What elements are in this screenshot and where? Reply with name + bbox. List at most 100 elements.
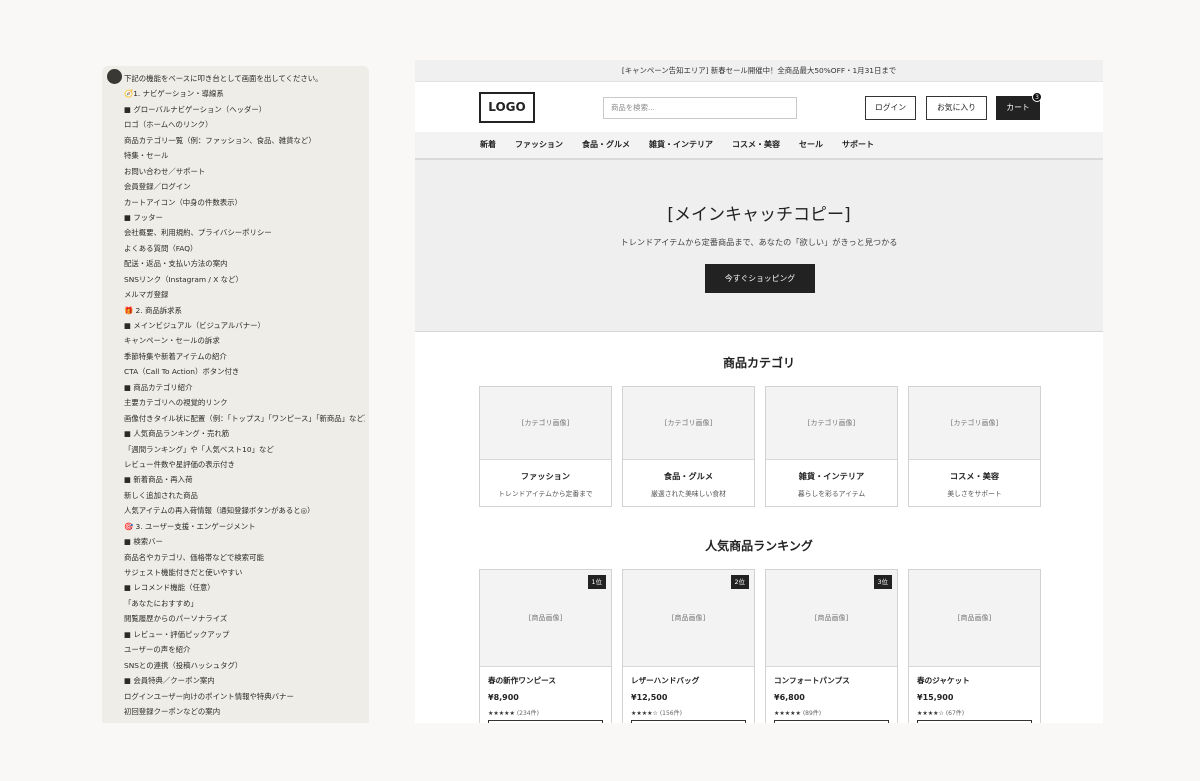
chat-panel: 下記の機能をベースに叩き台として画面を出してください。 🧭1. ナビゲーション・… (102, 66, 369, 723)
ranking-grid: [商品画像] 1位 春の新作ワンピース ¥8,900 ★★★★★ (234件) … (479, 569, 1041, 723)
product-price: ¥12,500 (631, 693, 668, 702)
product-card[interactable]: [商品画像] 春のジャケット ¥15,900 ★★★★☆ (67件) (908, 569, 1041, 723)
category-image-placeholder: [カテゴリ画像] (480, 387, 611, 460)
nav-item-sale[interactable]: セール (799, 132, 823, 158)
category-image-placeholder: [カテゴリ画像] (909, 387, 1040, 460)
chat-line: キャンペーン・セールの訴求 (124, 336, 220, 346)
chat-line: よくある質問（FAQ） (124, 243, 198, 253)
user-avatar (107, 69, 122, 84)
star-rating: ★★★★☆ (917, 710, 944, 717)
product-card[interactable]: [商品画像] 1位 春の新作ワンピース ¥8,900 ★★★★★ (234件) (479, 569, 612, 723)
chat-line: 主要カテゴリへの視覚的リンク (124, 398, 228, 408)
nav-item-support[interactable]: サポート (842, 132, 874, 158)
category-desc: トレンドアイテムから定番まで (498, 490, 593, 498)
category-card[interactable]: [カテゴリ画像] 雑貨・インテリア 暮らしを彩るアイテム (765, 386, 898, 507)
hero-title: [メインキャッチコピー] (667, 205, 851, 225)
chat-line: ロゴ（ホームへのリンク） (124, 120, 213, 130)
nav-item-goods[interactable]: 雑貨・インテリア (649, 132, 713, 158)
chat-line: ユーザーの声を紹介 (124, 645, 191, 655)
star-rating: ★★★★★ (774, 710, 801, 717)
global-nav: 新着 ファッション 食品・グルメ 雑貨・インテリア コスメ・美容 セール サポー… (415, 132, 1103, 160)
nav-item-new[interactable]: 新着 (480, 132, 496, 158)
chat-line: 画像付きタイル状に配置（例：「トップス」「ワンピース」「新商品」など） (124, 413, 365, 423)
product-card[interactable]: [商品画像] 2位 レザーハンドバッグ ¥12,500 ★★★★☆ (156件) (622, 569, 755, 723)
category-name: ファッション (520, 471, 571, 481)
chat-line: 会員登録／ログイン (124, 182, 191, 192)
cart-label: カート (1006, 103, 1030, 112)
add-to-cart-button[interactable] (488, 720, 603, 723)
categories-heading: 商品カテゴリ (722, 356, 795, 370)
chat-line: ■ 商品カテゴリ紹介 (124, 382, 193, 392)
login-button[interactable]: ログイン (865, 96, 916, 120)
rank-badge: 3位 (873, 575, 892, 589)
site-preview: [キャンペーン告知エリア] 新春セール開催中！全商品最大50%OFF・1月31日… (415, 60, 1103, 723)
add-to-cart-button[interactable] (631, 720, 746, 723)
product-price: ¥15,900 (917, 693, 954, 702)
chat-line: お問い合わせ／サポート (124, 166, 206, 176)
favorites-button[interactable]: お気に入り (926, 96, 987, 120)
category-desc: 暮らしを彩るアイテム (797, 490, 866, 498)
chat-line: 🧭1. ナビゲーション・導線系 (124, 89, 224, 99)
chat-line: 「週間ランキング」や「人気ベスト10」など (124, 444, 274, 454)
logo[interactable]: LOGO (479, 92, 535, 123)
hero-subtitle: トレンドアイテムから定番商品まで、あなたの「欲しい」がきっと見つかる (620, 237, 898, 247)
chat-line: ■ レコメンド機能（任意） (124, 583, 215, 593)
shop-now-button[interactable]: 今すぐショッピング (705, 264, 815, 293)
product-rating: ★★★★★ (89件) (774, 708, 897, 717)
category-name: コスメ・美容 (949, 471, 1000, 481)
chat-line: サジェスト機能付きだと使いやすい (124, 568, 243, 577)
campaign-banner[interactable]: [キャンペーン告知エリア] 新春セール開催中！全商品最大50%OFF・1月31日… (415, 60, 1103, 82)
category-desc: 美しさをサポート (947, 490, 1002, 498)
product-name: コンフォートパンプス (774, 676, 850, 685)
chat-line: 閲覧履歴からのパーソナライズ (124, 614, 228, 624)
product-name: レザーハンドバッグ (631, 676, 700, 685)
chat-line: 特集・セール (124, 151, 169, 161)
product-rating: ★★★★★ (234件) (488, 708, 611, 717)
chat-line: 🎯 3. ユーザー支援・エンゲージメント (124, 521, 256, 531)
category-name: 食品・グルメ (663, 471, 714, 481)
nav-item-food[interactable]: 食品・グルメ (582, 132, 630, 158)
category-image-placeholder: [カテゴリ画像] (766, 387, 897, 460)
chat-line: CTA（Call To Action）ボタン付き (124, 367, 240, 377)
chat-line: 商品カテゴリ一覧（例：ファッション、食品、雑貨など） (124, 135, 316, 145)
category-card[interactable]: [カテゴリ画像] コスメ・美容 美しさをサポート (908, 386, 1041, 507)
chat-line: ■ 新着商品・再入荷 (124, 475, 193, 485)
chat-line: 人気アイテムの再入荷情報（通知登録ボタンがあると◎） (124, 506, 315, 516)
review-count: (156件) (659, 710, 682, 717)
site-header: LOGO 商品を検索... ログイン お気に入り カート 3 (415, 82, 1103, 132)
hero-visual: [メインキャッチコピー] トレンドアイテムから定番商品まで、あなたの「欲しい」が… (415, 160, 1103, 332)
review-count: (89件) (802, 710, 822, 717)
chat-line: ■ レビュー・評価ピックアップ (124, 629, 230, 639)
product-rating: ★★★★☆ (156件) (631, 708, 754, 717)
add-to-cart-button[interactable] (917, 720, 1032, 723)
search-input[interactable]: 商品を検索... (603, 97, 797, 119)
review-count: (234件) (516, 710, 539, 717)
cart-count-badge: 3 (1032, 92, 1042, 102)
chat-line: SNSとの連携（投稿ハッシュタグ） (124, 660, 243, 670)
review-count: (67件) (945, 710, 965, 717)
add-to-cart-button[interactable] (774, 720, 889, 723)
product-rating: ★★★★☆ (67件) (917, 708, 1040, 717)
chat-line: 季節特集や新着アイテムの紹介 (124, 351, 227, 361)
category-name: 雑貨・インテリア (798, 471, 865, 481)
category-desc: 厳選された美味しい食材 (651, 490, 726, 498)
chat-line: 会社概要、利用規約、プライバシーポリシー (124, 228, 272, 238)
nav-item-cosmetics[interactable]: コスメ・美容 (732, 132, 780, 158)
rank-badge: 1位 (587, 575, 606, 589)
star-rating: ★★★★★ (488, 710, 515, 717)
chat-line: ■ 会員特典／クーポン案内 (124, 676, 215, 686)
category-card[interactable]: [カテゴリ画像] 食品・グルメ 厳選された美味しい食材 (622, 386, 755, 507)
chat-line: ログインユーザー向けのポイント情報や特典バナー (124, 691, 294, 701)
chat-line: 🎁 2. 商品訴求系 (124, 305, 182, 315)
chat-line: レビュー件数や星評価の表示付き (124, 459, 235, 469)
nav-item-fashion[interactable]: ファッション (515, 132, 563, 158)
product-name: 春の新作ワンピース (488, 676, 556, 685)
chat-line: 下記の機能をベースに叩き台として画面を出してください。 (124, 74, 323, 83)
cart-button[interactable]: カート 3 (996, 92, 1042, 120)
product-price: ¥6,800 (774, 693, 805, 702)
product-card[interactable]: [商品画像] 3位 コンフォートパンプス ¥6,800 ★★★★★ (89件) (765, 569, 898, 723)
chat-line: SNSリンク（Instagram / X など） (124, 274, 243, 284)
chat-line: カートアイコン（中身の件数表示） (124, 197, 242, 207)
chat-line: 新しく追加された商品 (124, 490, 198, 500)
category-card[interactable]: [カテゴリ画像] ファッション トレンドアイテムから定番まで (479, 386, 612, 507)
